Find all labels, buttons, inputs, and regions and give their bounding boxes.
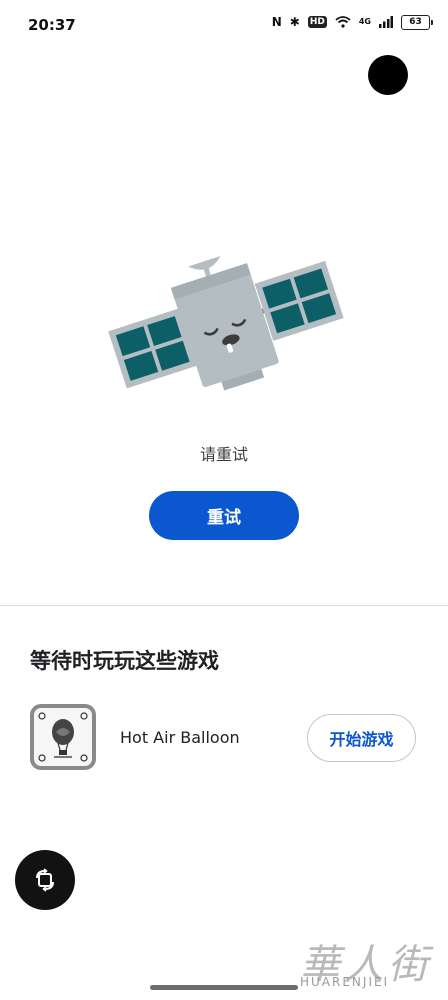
- signal-icon: [379, 16, 393, 28]
- floating-switch-button[interactable]: [15, 850, 75, 910]
- retry-button[interactable]: 重试: [149, 491, 299, 540]
- bluetooth-icon: ✱: [289, 15, 300, 29]
- battery-icon: 63: [401, 14, 433, 30]
- status-time: 20:37: [28, 16, 76, 34]
- hot-air-balloon-thumbnail[interactable]: [30, 704, 96, 770]
- watermark: 華人街 HUARENJIEI: [296, 932, 436, 996]
- network-type: 4G: [358, 17, 371, 26]
- start-game-button[interactable]: 开始游戏: [307, 714, 416, 762]
- section-divider: [0, 605, 448, 606]
- account-avatar[interactable]: [368, 55, 408, 95]
- game-title: Hot Air Balloon: [120, 728, 240, 747]
- status-icons: N ✱ HD 4G 63: [271, 14, 433, 30]
- wifi-icon: [335, 16, 351, 28]
- home-indicator[interactable]: [150, 985, 298, 990]
- watermark-latin: HUARENJIEI: [300, 975, 390, 989]
- switch-icon: [36, 868, 54, 892]
- hd-icon: HD: [307, 16, 327, 28]
- games-heading: 等待时玩玩这些游戏: [30, 649, 219, 673]
- hot-air-balloon-icon: [38, 712, 88, 762]
- game-list-item[interactable]: Hot Air Balloon 开始游戏: [30, 703, 420, 775]
- satellite-illustration: [108, 256, 344, 391]
- nfc-icon: N: [271, 15, 282, 29]
- status-bar: 20:37 N ✱ HD 4G 63: [0, 0, 448, 50]
- error-message: 请重试: [199, 445, 248, 464]
